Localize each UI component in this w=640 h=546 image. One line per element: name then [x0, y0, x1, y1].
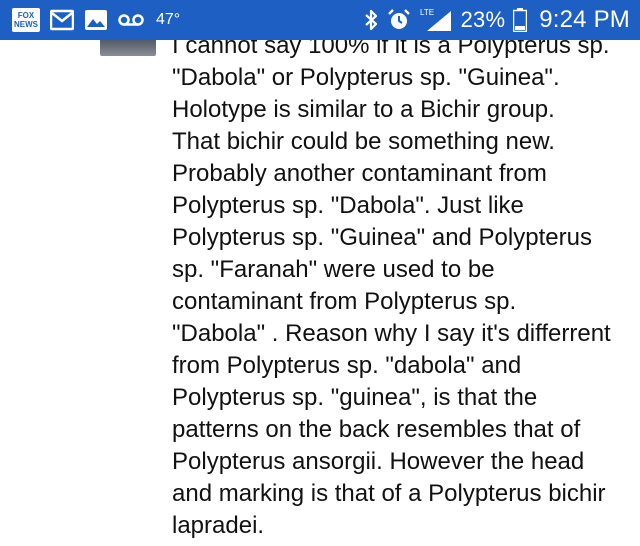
temperature: 47°: [156, 11, 181, 28]
battery-icon: [513, 8, 528, 32]
clock: 9:24 PM: [539, 6, 630, 33]
bluetooth-icon: [363, 8, 379, 32]
lte-signal-icon: LTE: [419, 7, 453, 33]
system-icons: LTE 23% 9:24 PM: [363, 6, 630, 34]
fox-news-icon[interactable]: FOX NEWS: [12, 8, 40, 32]
gmail-icon[interactable]: [50, 9, 74, 31]
lte-label: LTE: [420, 8, 434, 17]
gallery-icon[interactable]: [84, 9, 108, 31]
fox-label: FOX: [17, 11, 35, 20]
voicemail-icon[interactable]: [118, 13, 144, 27]
battery-percentage: 23%: [460, 7, 506, 32]
news-label: NEWS: [14, 20, 38, 29]
alarm-icon: [387, 8, 411, 32]
notification-icons: FOX NEWS 47°: [12, 8, 180, 32]
status-bar: FOX NEWS 47° LTE 23% 9:24 PM: [0, 0, 640, 40]
comment-text: I cannot say 100% if it is a Polypterus …: [172, 32, 611, 539]
